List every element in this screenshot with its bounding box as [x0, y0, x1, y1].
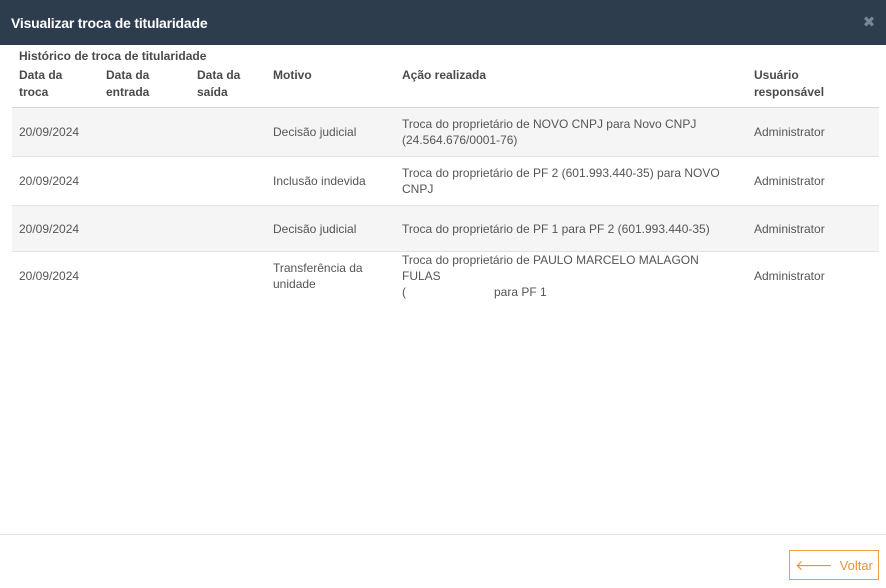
cell-data-saida [190, 252, 266, 301]
cell-data-troca: 20/09/2024 [12, 205, 99, 252]
cell-data-saida [190, 156, 266, 206]
history-table: Data da troca Data da entrada Data da saída… [12, 64, 879, 301]
table-header-row: Data da troca Data da entrada Data da saída… [12, 64, 879, 108]
table-row: 20/09/2024 Decisão judicial Troca do pro… [12, 107, 879, 157]
cell-data-troca: 20/09/2024 [19, 269, 80, 284]
cell-motivo: Decisão judicial [266, 107, 395, 157]
cell-data-entrada [99, 107, 190, 157]
modal-footer: 🡐 Voltar [0, 534, 886, 588]
cell-acao: Troca do proprietário de PF 1 para PF 2 … [395, 205, 747, 252]
cell-data-entrada [99, 205, 190, 252]
close-icon[interactable]: ✖ [862, 15, 876, 30]
cell-motivo: Inclusão indevida [266, 156, 395, 206]
cell-data-saida [190, 107, 266, 157]
cell-acao-line2-start: ( [402, 285, 406, 300]
modal-header: Visualizar troca de titularidade ✖ [0, 0, 886, 45]
cell-data-entrada [99, 252, 190, 301]
cell-data-saida [190, 205, 266, 252]
modal-dialog: Visualizar troca de titularidade ✖ Histó… [0, 0, 886, 588]
column-header-data-saida: Data da saída [190, 64, 266, 108]
back-button-label: Voltar [839, 557, 873, 573]
arrow-left-icon: 🡐 [795, 557, 833, 573]
modal-title: Visualizar troca de titularidade [11, 14, 208, 31]
cell-acao-line2-end: para PF 1 [494, 285, 547, 300]
cell-data-troca: 20/09/2024 [12, 107, 99, 157]
cell-data-entrada [99, 156, 190, 206]
table-row: 20/09/2024 Transferência da unidade Troc… [12, 252, 879, 301]
cell-usuario: Administrator [747, 156, 879, 206]
column-header-acao: Ação realizada [395, 64, 747, 108]
table-row: 20/09/2024 Decisão judicial Troca do pro… [12, 205, 879, 252]
cell-acao: Troca do proprietário de NOVO CNPJ para … [395, 107, 747, 157]
cell-usuario: Administrator [747, 107, 879, 157]
back-button[interactable]: 🡐 Voltar [789, 550, 879, 580]
section-title: Histórico de troca de titularidade [19, 49, 207, 63]
cell-acao: Troca do proprietário de PF 2 (601.993.4… [395, 156, 747, 206]
column-header-data-troca: Data da troca [12, 64, 99, 108]
cell-usuario: Administrator [747, 205, 879, 252]
cell-motivo: Transferência da unidade [273, 261, 363, 292]
column-header-data-entrada: Data da entrada [99, 64, 190, 108]
cell-usuario: Administrator [754, 269, 825, 284]
cell-data-troca: 20/09/2024 [12, 156, 99, 206]
cell-acao: Troca do proprietário de PAULO MARCELO M… [395, 252, 747, 301]
column-header-motivo: Motivo [266, 64, 395, 108]
cell-motivo: Decisão judicial [266, 205, 395, 252]
column-header-usuario: Usuário responsável [747, 64, 879, 108]
cell-acao-line1: Troca do proprietário de PAULO MARCELO M… [402, 253, 699, 284]
modal-body: Histórico de troca de titularidade Data … [0, 45, 886, 301]
table-row: 20/09/2024 Inclusão indevida Troca do pr… [12, 156, 879, 206]
